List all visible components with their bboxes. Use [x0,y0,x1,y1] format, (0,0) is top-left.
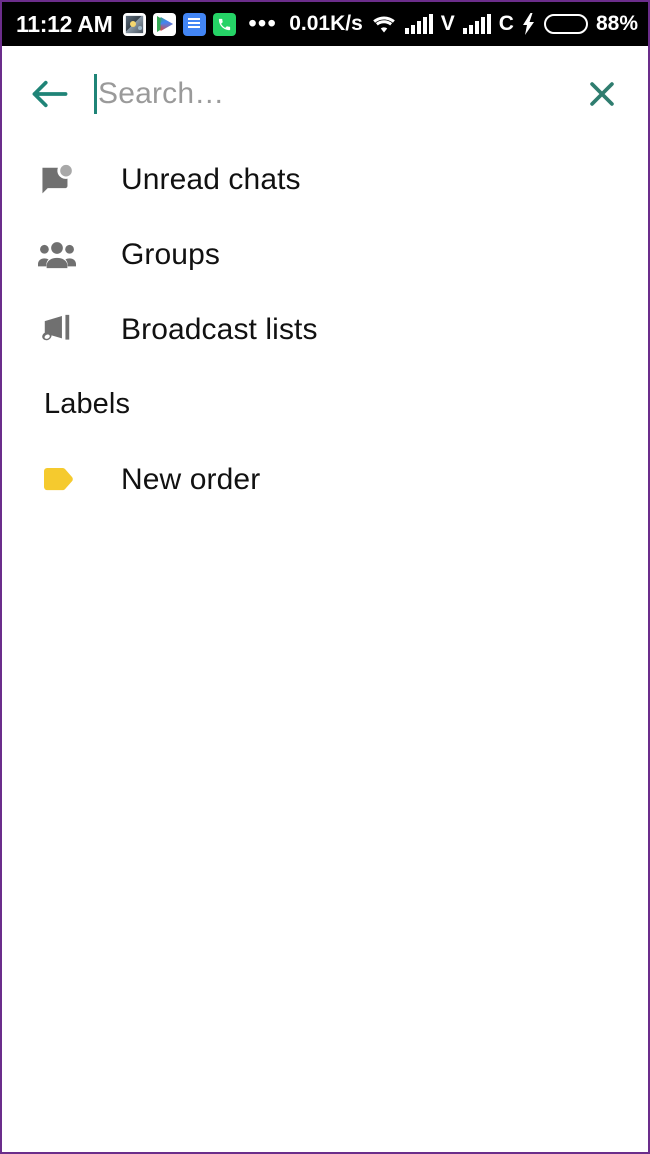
phone-call-icon [213,12,237,36]
signal-bars-icon-2 [462,14,491,34]
menu-item-label: Unread chats [121,162,301,196]
network-speed: 0.01K/s [289,12,363,35]
search-bar: Search… [2,46,648,142]
menu-item-groups[interactable]: Groups [2,217,648,292]
play-store-icon [153,12,177,36]
groups-icon [38,235,78,275]
status-clock: 11:12 AM [16,10,113,37]
search-placeholder: Search… [98,77,225,110]
signal-bars-icon [404,14,433,34]
menu-item-label: Groups [121,237,220,271]
sim1-letter: V [440,12,455,35]
sim2-letter: C [498,12,514,35]
docs-icon [183,12,207,36]
lightning-bolt-icon [522,13,536,35]
labels-section-header: Labels [2,367,648,442]
wifi-icon [371,14,397,34]
notification-icons: ••• [123,10,278,37]
mark-unread-chat-icon [38,160,78,200]
battery-icon [543,14,588,34]
menu-item-unread-chats[interactable]: Unread chats [2,142,648,217]
filter-menu-list: Unread chats Groups Broadcast lists Labe… [2,142,648,517]
back-button[interactable] [26,70,74,118]
status-right-cluster: 0.01K/s V C 88% [289,12,638,36]
label-item-label: New order [121,462,261,496]
section-title: Labels [44,388,131,420]
overflow-dots: ••• [248,10,278,37]
search-input[interactable]: Search… [94,70,578,118]
menu-item-broadcast-lists[interactable]: Broadcast lists [2,292,648,367]
status-bar: 11:12 AM ••• 0.01K/s V C 88% [2,2,648,46]
menu-item-label: Broadcast lists [121,312,318,346]
label-tag-icon [38,460,78,500]
text-caret [94,74,97,114]
close-icon [590,82,614,106]
arrow-left-icon [32,80,68,108]
clear-search-button[interactable] [578,70,626,118]
megaphone-icon [38,310,78,350]
app-window: 11:12 AM ••• 0.01K/s V C 88% Search… Unr… [0,0,650,1154]
photos-icon [123,12,147,36]
battery-percent: 88% [595,12,638,35]
label-item-new-order[interactable]: New order [2,442,648,517]
